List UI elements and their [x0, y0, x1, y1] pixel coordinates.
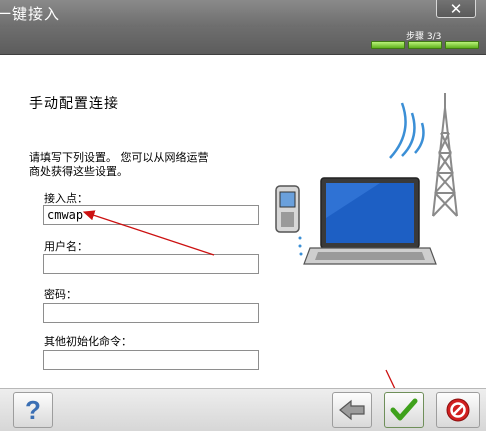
- help-button[interactable]: ?: [13, 392, 53, 428]
- signal-waves-icon: [389, 102, 425, 159]
- help-label: ?: [25, 394, 41, 425]
- close-icon: ✕: [449, 0, 463, 18]
- connection-dots-icon: [298, 236, 303, 256]
- page-title: 手动配置连接: [29, 96, 119, 112]
- username-input[interactable]: [43, 254, 259, 274]
- cancel-button[interactable]: [436, 392, 480, 428]
- cancel-icon: [446, 398, 470, 422]
- init-command-label: 其他初始化命令：: [44, 335, 132, 348]
- back-button[interactable]: [332, 392, 372, 428]
- checkmark-icon: [390, 398, 418, 421]
- step-progress-bar: [371, 41, 479, 49]
- connection-wizard-window: 一键接入 ✕ 步骤 3/3 手动配置连接 请填写下列设置。 您可以从网络运营 商…: [0, 0, 486, 431]
- mobile-phone-icon: [275, 185, 300, 233]
- step-bar: 步骤 3/3: [0, 27, 486, 55]
- apn-input[interactable]: [43, 205, 259, 225]
- username-label: 用户名：: [44, 240, 88, 253]
- init-command-input[interactable]: [43, 350, 259, 370]
- title-bar: 一键接入 ✕: [0, 0, 486, 27]
- back-arrow-icon: [339, 399, 365, 421]
- laptop-icon: [303, 177, 437, 265]
- cell-tower-icon: [432, 93, 458, 217]
- close-button[interactable]: ✕: [436, 0, 476, 18]
- window-title: 一键接入: [0, 5, 61, 23]
- description-line-2: 商处获得这些设置。: [29, 165, 128, 178]
- password-input[interactable]: [43, 303, 259, 323]
- progress-segment-3: [445, 41, 479, 49]
- password-label: 密码：: [44, 288, 77, 301]
- finish-button[interactable]: [384, 392, 424, 428]
- apn-label: 接入点：: [44, 192, 88, 205]
- connection-illustration: [275, 93, 458, 265]
- page-description: 请填写下列设置。 您可以从网络运营 商处获得这些设置。: [29, 151, 259, 179]
- description-line-1: 请填写下列设置。 您可以从网络运营: [29, 151, 209, 164]
- progress-segment-2: [408, 41, 442, 49]
- progress-segment-1: [371, 41, 405, 49]
